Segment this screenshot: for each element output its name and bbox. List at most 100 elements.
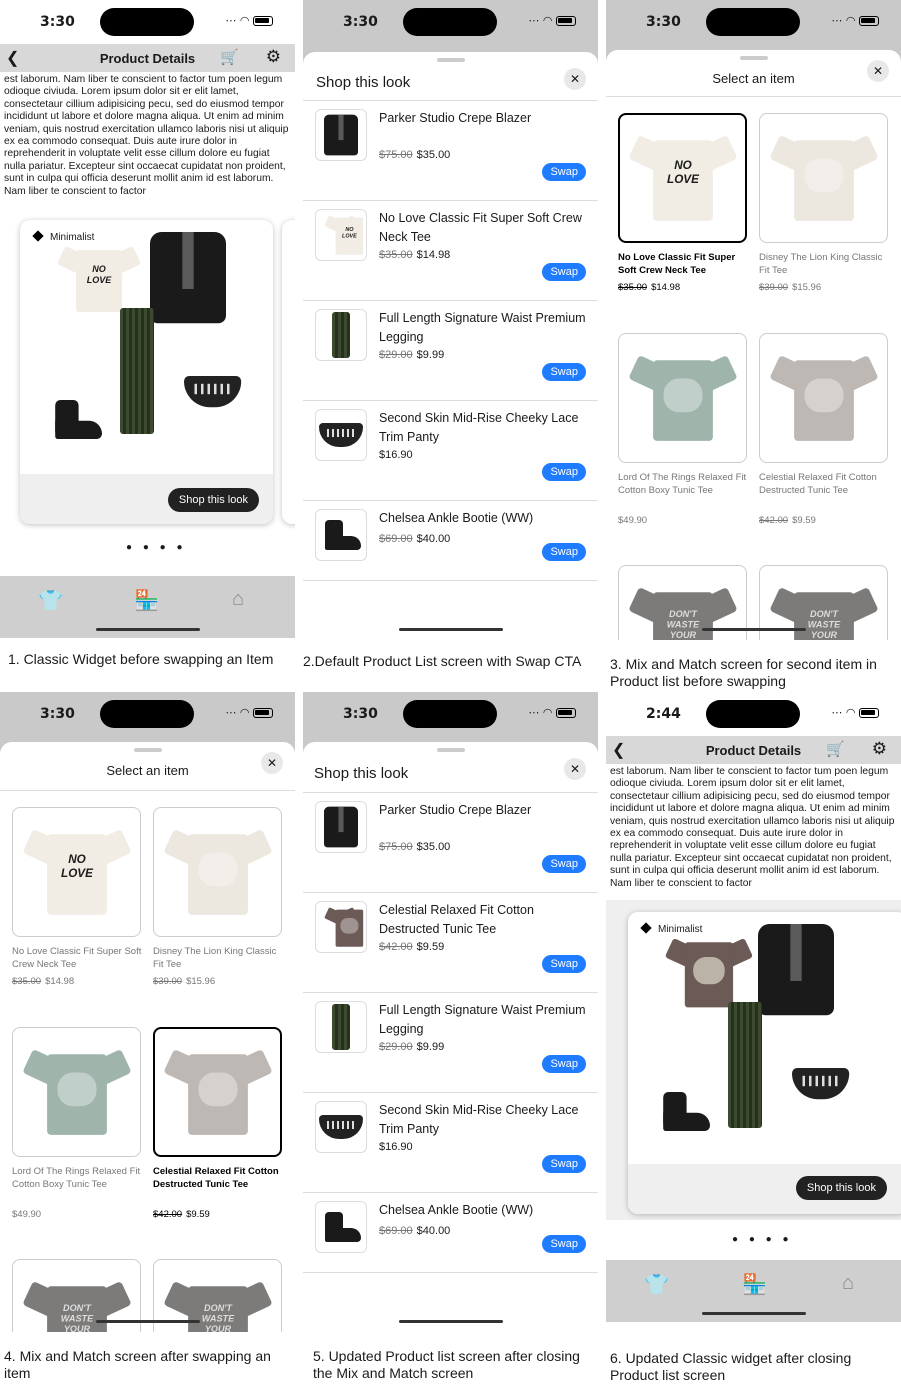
gear-icon[interactable]: ⚙	[266, 47, 281, 67]
swap-button[interactable]: Swap	[542, 955, 586, 973]
tab-store-icon[interactable]: 🏪	[742, 1272, 767, 1297]
tab-home-icon[interactable]: ⌂	[842, 1272, 854, 1295]
sheet-grabber[interactable]	[133, 748, 162, 752]
old-price: $69.00	[379, 1225, 413, 1237]
current-price: $9.99	[416, 1041, 445, 1053]
outfit-card[interactable]: Minimalist Shop this look	[628, 912, 901, 1214]
product-thumb[interactable]	[315, 901, 367, 953]
close-icon[interactable]: ✕	[261, 752, 283, 774]
product-name: Second Skin Mid-Rise Cheeky Lace Trim Pa…	[379, 411, 579, 444]
product-thumb[interactable]	[315, 1101, 367, 1153]
product-row[interactable]: Chelsea Ankle Bootie (WW) $69.00 $40.00 Swa…	[303, 1193, 598, 1273]
product-price: $69.00 $40.00	[379, 1225, 450, 1237]
tab-home-icon[interactable]: ⌂	[232, 588, 244, 611]
tab-shirt-icon[interactable]: 👕	[38, 588, 63, 613]
product-row[interactable]: NO LOVE No Love Classic Fit Super Soft Cr…	[303, 201, 598, 301]
outfit-card[interactable]: Minimalist NO LOVE Shop this look	[20, 220, 273, 524]
screen-mix-match-after: 3:30 ⋯ ◠ Select an item ✕ NO LOVE No Love…	[0, 692, 295, 1332]
item-tile[interactable]	[759, 333, 888, 463]
swap-button[interactable]: Swap	[542, 1235, 586, 1253]
status-bar: 3:30 ⋯ ◠	[0, 0, 295, 44]
product-name: Chelsea Ankle Bootie (WW)	[379, 511, 534, 525]
product-row[interactable]: Parker Studio Crepe Blazer $75.00 $35.00 Sw…	[303, 101, 598, 201]
item-tile[interactable]	[12, 1027, 141, 1157]
shop-this-look-button[interactable]: Shop this look	[795, 1176, 887, 1200]
gear-icon[interactable]: ⚙	[872, 739, 887, 759]
sheet-grabber[interactable]	[436, 748, 465, 752]
product-price: $75.00 $35.00	[379, 149, 450, 161]
old-price: $75.00	[379, 841, 413, 853]
current-price: $14.98	[416, 249, 451, 261]
close-icon[interactable]: ✕	[564, 68, 586, 90]
product-price: $42.00 $9.59	[379, 941, 444, 953]
sheet-grabber[interactable]	[739, 56, 768, 60]
caption-3: 3. Mix and Match screen for second item …	[610, 656, 877, 689]
item-tile[interactable]	[153, 1027, 282, 1157]
dynamic-island	[403, 8, 497, 36]
dynamic-island	[706, 700, 800, 728]
swap-button[interactable]: Swap	[542, 163, 586, 181]
status-time: 2:44	[646, 706, 681, 722]
product-row[interactable]: Celestial Relaxed Fit Cotton Destructed …	[303, 893, 598, 993]
close-icon[interactable]: ✕	[867, 60, 889, 82]
product-row[interactable]: Full Length Signature Waist Premium Legg…	[303, 301, 598, 401]
product-list: Parker Studio Crepe Blazer $75.00 $35.00 Sw…	[303, 792, 598, 1273]
product-row[interactable]: Second Skin Mid-Rise Cheeky Lace Trim Pa…	[303, 401, 598, 501]
tag-icon	[640, 922, 652, 934]
sheet-grabber[interactable]	[436, 58, 465, 62]
product-thumb[interactable]	[315, 1201, 367, 1253]
product-thumb[interactable]	[315, 1001, 367, 1053]
swap-button[interactable]: Swap	[542, 1155, 586, 1173]
status-bar: 3:30 ⋯ ◠	[606, 0, 901, 44]
cart-icon[interactable]: 🛒	[220, 48, 239, 66]
nav-bar: ❮ Product Details 🛒 ⚙	[0, 44, 295, 72]
tab-shirt-icon[interactable]: 👕	[644, 1272, 669, 1297]
item-tile[interactable]	[618, 333, 747, 463]
swap-button[interactable]: Swap	[542, 463, 586, 481]
item-tile[interactable]: NO LOVE	[618, 113, 747, 243]
tee-white-image: NO LOVE	[627, 133, 738, 224]
screen-classic-widget-before: 3:30 ⋯ ◠ ❮ Product Details 🛒 ⚙ est labor…	[0, 0, 295, 640]
battery-icon	[556, 16, 576, 26]
status-bar: 3:30 ⋯ ◠	[0, 692, 295, 736]
item-tile[interactable]: NO LOVE	[12, 807, 141, 937]
panty-image	[319, 423, 363, 447]
product-thumb[interactable]	[315, 509, 367, 561]
tag-icon	[32, 230, 44, 242]
product-row[interactable]: Second Skin Mid-Rise Cheeky Lace Trim Pa…	[303, 1093, 598, 1193]
cart-icon[interactable]: 🛒	[826, 740, 845, 758]
carousel-dots[interactable]: ● ● ● ●	[126, 542, 187, 553]
product-thumb[interactable]	[315, 409, 367, 461]
close-icon[interactable]: ✕	[564, 758, 586, 780]
item-tile[interactable]	[153, 807, 282, 937]
next-outfit-card[interactable]	[282, 220, 295, 524]
carousel-dots[interactable]: ● ● ● ●	[732, 1234, 793, 1245]
item-price: $35.00 $14.98	[618, 282, 680, 293]
current-price: $16.90	[379, 449, 413, 461]
item-grid: NO LOVE No Love Classic Fit Super Soft Cr…	[0, 790, 295, 1332]
product-row[interactable]: Parker Studio Crepe Blazer $75.00 $35.00 Sw…	[303, 793, 598, 893]
status-icons: ⋯ ◠	[831, 14, 879, 27]
product-thumb[interactable]	[315, 309, 367, 361]
product-row[interactable]: Full Length Signature Waist Premium Legg…	[303, 993, 598, 1093]
item-price: $35.00 $14.98	[12, 976, 74, 987]
product-thumb[interactable]	[315, 109, 367, 161]
product-thumb[interactable]: NO LOVE	[315, 209, 367, 261]
item-name: Disney The Lion King Classic Fit Tee	[153, 946, 277, 971]
swap-button[interactable]: Swap	[542, 1055, 586, 1073]
outfit-tee-image	[664, 936, 754, 1010]
current-price: $40.00	[416, 1225, 451, 1237]
home-indicator	[398, 1320, 503, 1323]
sheet-title: Shop this look	[314, 765, 409, 782]
item-tile[interactable]	[759, 113, 888, 243]
swap-button[interactable]: Swap	[542, 855, 586, 873]
shop-this-look-button[interactable]: Shop this look	[167, 488, 259, 512]
current-price: $9.59	[416, 941, 445, 953]
swap-button[interactable]: Swap	[542, 543, 586, 561]
product-row[interactable]: Chelsea Ankle Bootie (WW) $69.00 $40.00 Swa…	[303, 501, 598, 581]
product-thumb[interactable]	[315, 801, 367, 853]
tee-white-image: NO LOVE	[21, 827, 132, 918]
swap-button[interactable]: Swap	[542, 263, 586, 281]
swap-button[interactable]: Swap	[542, 363, 586, 381]
tab-store-icon[interactable]: 🏪	[134, 588, 159, 613]
